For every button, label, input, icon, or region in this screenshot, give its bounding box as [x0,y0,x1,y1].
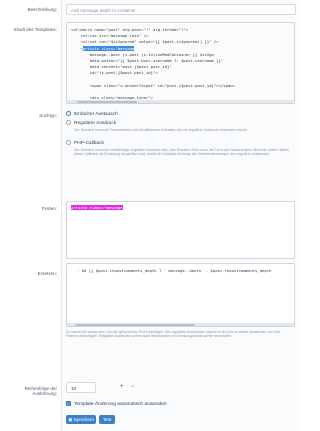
auto-apply-checkbox-row[interactable]: ✓ Template-Änderung automatisch anwenden [66,401,167,407]
search-type-label: Suchtyp: [39,113,57,118]
replace-horizontal-scrollbar[interactable] [67,323,294,326]
execution-order-label: Reihenfolge der Ausführung: [24,386,57,396]
replace-label: Ersetzen: [37,271,57,276]
radio-php-callback-label: PHP-Callback [74,140,104,146]
template-code-lines: <xf:macro name="post" arg-post="!" arg-t… [67,27,294,101]
find-label: Finden: [41,206,57,211]
template-content-editor[interactable]: <xf:macro name="post" arg-post="!" arg-t… [66,22,295,104]
template-content-label: Inhalt des Templates: [13,27,57,32]
find-code-line: article class="message [67,202,294,211]
description-label: Beschreibung: [27,7,57,12]
replace-editor[interactable]: ' $0 {{ $post.thpostcomments_depth ? ' m… [66,263,295,327]
radio-php-callback-indicator[interactable] [66,140,71,145]
template-highlight: article class="message [82,45,135,51]
radio-simple-replace[interactable]: Einfacher Austausch [66,111,118,117]
radio-regex-indicator[interactable] [66,120,71,125]
execution-order-value: 10 [71,386,77,391]
find-editor[interactable]: article class="message [66,201,295,259]
radio-simple-replace-label: Einfacher Austausch [74,111,118,117]
save-button[interactable]: ▣ Speichern [66,415,96,424]
save-button-label: Speichern [73,417,94,422]
auto-apply-checkbox[interactable]: ✓ [66,401,71,406]
radio-regex-hint: Der Suchtext muss ein Trennzeichen und M… [74,128,248,132]
replace-horizontal-scroll-thumb[interactable] [75,323,195,326]
increment-button[interactable]: − [128,382,137,393]
replace-hint: Du kannst $0 verwenden, um den gefundene… [66,330,282,339]
radio-regex[interactable]: Regulärer Ausdruck [66,120,116,126]
description-input[interactable]: Add message depth to container [66,4,296,15]
find-value: article class="message [71,205,123,210]
editor-horizontal-scrollbar[interactable] [67,100,294,103]
auto-apply-label: Template-Änderung automatisch anwenden [74,401,167,407]
test-button-label: Test [102,417,112,422]
test-button[interactable]: Test [99,415,115,424]
replace-value: ' $0 {{ $post.thpostcomments_depth ? ' m… [77,268,272,273]
execution-order-input[interactable]: 10 [66,382,96,393]
description-placeholder: Add message depth to container [71,8,136,13]
radio-simple-replace-indicator[interactable] [66,111,71,116]
radio-php-callback-hint: Der Suchtext muss ein vollständiger regu… [74,148,289,157]
radio-regex-label: Regulärer Ausdruck [74,120,117,126]
radio-php-callback[interactable]: PHP-Callback [66,140,104,146]
decrement-button[interactable]: + [117,382,126,393]
editor-horizontal-scroll-thumb[interactable] [77,100,137,103]
